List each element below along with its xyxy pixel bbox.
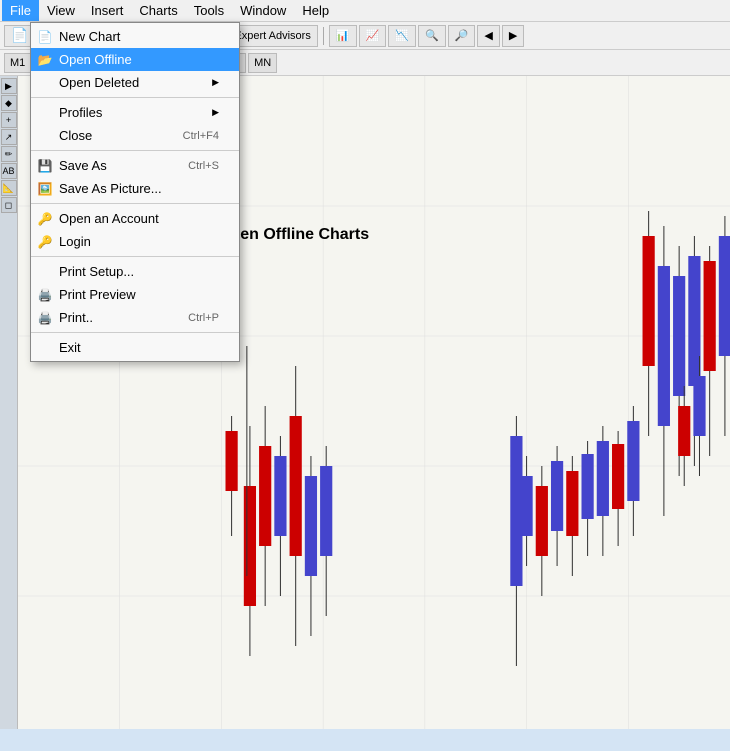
menu-item-print[interactable]: 🖨️ Print.. Ctrl+P xyxy=(31,306,239,329)
menu-window[interactable]: Window xyxy=(232,0,294,21)
save-as-label: Save As xyxy=(59,158,107,173)
profiles-icon xyxy=(37,105,53,121)
login-label: Login xyxy=(59,234,91,249)
menu-insert[interactable]: Insert xyxy=(83,0,132,21)
toolbar-zoom-out[interactable]: 🔎 xyxy=(448,25,476,47)
menu-tools[interactable]: Tools xyxy=(186,0,232,21)
menu-file[interactable]: File xyxy=(2,0,39,21)
menu-item-new-chart[interactable]: 📄 New Chart xyxy=(31,25,239,48)
open-deleted-label: Open Deleted xyxy=(59,75,139,90)
menu-item-close[interactable]: Close Ctrl+F4 xyxy=(31,124,239,147)
close-label: Close xyxy=(59,128,92,143)
print-setup-icon xyxy=(37,264,53,280)
separator-e xyxy=(31,332,239,333)
toolbar-chart-1[interactable]: 📊 xyxy=(329,25,357,47)
separator-3 xyxy=(323,27,324,45)
new-chart-icon: 📄 xyxy=(11,27,28,44)
login-icon: 🔑 xyxy=(37,234,53,250)
separator-d xyxy=(31,256,239,257)
ea-label: Expert Advisors xyxy=(234,30,310,42)
separator-b xyxy=(31,150,239,151)
new-chart-dd-label: New Chart xyxy=(59,29,120,44)
print-setup-label: Print Setup... xyxy=(59,264,134,279)
toolbar-chart-2[interactable]: 📈 xyxy=(359,25,387,47)
open-account-icon: 🔑 xyxy=(37,211,53,227)
print-shortcut: Ctrl+P xyxy=(188,312,219,324)
menu-item-save-as[interactable]: 💾 Save As Ctrl+S xyxy=(31,154,239,177)
menu-bar: File View Insert Charts Tools Window Hel… xyxy=(0,0,730,22)
exit-icon xyxy=(37,340,53,356)
print-preview-icon: 🖨️ xyxy=(37,287,53,303)
toolbar-zoom-in[interactable]: 🔍 xyxy=(418,25,446,47)
new-chart-dd-icon: 📄 xyxy=(37,29,53,45)
tf-m1[interactable]: M1 xyxy=(4,53,31,73)
open-account-label: Open an Account xyxy=(59,211,159,226)
left-btn-5[interactable]: ✏ xyxy=(1,146,17,162)
menu-item-open-account[interactable]: 🔑 Open an Account xyxy=(31,207,239,230)
menu-item-exit[interactable]: Exit xyxy=(31,336,239,359)
toolbar-nav-back[interactable]: ◀ xyxy=(477,25,499,47)
exit-label: Exit xyxy=(59,340,81,355)
save-as-icon: 💾 xyxy=(37,158,53,174)
menu-item-print-setup[interactable]: Print Setup... xyxy=(31,260,239,283)
save-as-picture-label: Save As Picture... xyxy=(59,181,162,196)
close-shortcut: Ctrl+F4 xyxy=(183,130,219,142)
tf-mn[interactable]: MN xyxy=(248,53,277,73)
menu-item-print-preview[interactable]: 🖨️ Print Preview xyxy=(31,283,239,306)
separator-a xyxy=(31,97,239,98)
left-btn-8[interactable]: ◻ xyxy=(1,197,17,213)
save-as-shortcut: Ctrl+S xyxy=(188,160,219,172)
menu-item-open-offline[interactable]: 📂 Open Offline xyxy=(31,48,239,71)
left-btn-3[interactable]: + xyxy=(1,112,17,128)
profiles-arrow: ▶ xyxy=(212,107,219,118)
left-toolbar: ▶ ◆ + ↗ ✏ AB 📐 ◻ xyxy=(0,76,18,729)
menu-item-login[interactable]: 🔑 Login xyxy=(31,230,239,253)
save-picture-icon: 🖼️ xyxy=(37,181,53,197)
print-icon: 🖨️ xyxy=(37,310,53,326)
toolbar-nav-fwd[interactable]: ▶ xyxy=(502,25,524,47)
left-btn-2[interactable]: ◆ xyxy=(1,95,17,111)
close-dd-icon xyxy=(37,128,53,144)
open-deleted-icon xyxy=(37,75,53,91)
print-preview-label: Print Preview xyxy=(59,287,136,302)
left-btn-4[interactable]: ↗ xyxy=(1,129,17,145)
menu-charts[interactable]: Charts xyxy=(131,0,185,21)
menu-item-profiles[interactable]: Profiles ▶ xyxy=(31,101,239,124)
print-label: Print.. xyxy=(59,310,93,325)
menu-item-open-deleted[interactable]: Open Deleted ▶ xyxy=(31,71,239,94)
open-offline-icon: 📂 xyxy=(37,52,53,68)
open-offline-label: Open Offline xyxy=(59,52,132,67)
menu-item-save-as-picture[interactable]: 🖼️ Save As Picture... xyxy=(31,177,239,200)
menu-view[interactable]: View xyxy=(39,0,83,21)
open-deleted-arrow: ▶ xyxy=(212,77,219,88)
profiles-label: Profiles xyxy=(59,105,102,120)
left-btn-7[interactable]: 📐 xyxy=(1,180,17,196)
file-dropdown-menu: 📄 New Chart 📂 Open Offline Open Deleted … xyxy=(30,22,240,362)
toolbar-chart-3[interactable]: 📉 xyxy=(388,25,416,47)
left-btn-6[interactable]: AB xyxy=(1,163,17,179)
left-btn-1[interactable]: ▶ xyxy=(1,78,17,94)
separator-c xyxy=(31,203,239,204)
menu-help[interactable]: Help xyxy=(294,0,337,21)
